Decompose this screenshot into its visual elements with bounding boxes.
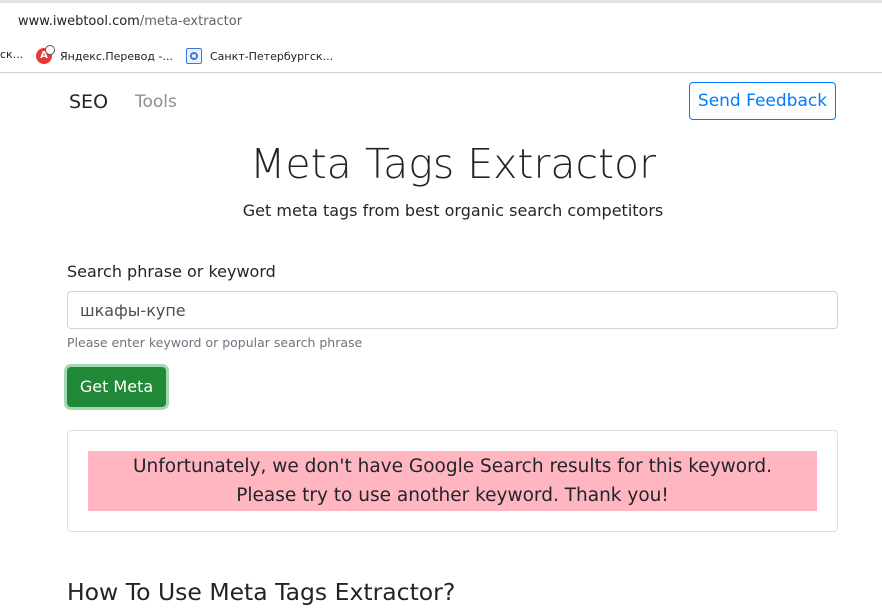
bookmark-label: ск... xyxy=(0,48,24,61)
how-to-heading: How To Use Meta Tags Extractor? xyxy=(67,578,456,606)
url-text[interactable]: www.iwebtool.com/meta-extractor xyxy=(18,14,242,29)
bookmark-label: Яндекс.Перевод -... xyxy=(60,49,173,63)
bookmarks-bar: ск... A Яндекс.Перевод -... Санкт-Петерб… xyxy=(0,41,882,73)
result-card: Unfortunately, we don't have Google Sear… xyxy=(67,430,838,532)
keyword-input[interactable] xyxy=(67,291,838,329)
bookmark-saint-petersburg[interactable]: Санкт-Петербургск... xyxy=(186,48,333,64)
no-results-alert: Unfortunately, we don't have Google Sear… xyxy=(88,451,817,511)
page-title: Meta Tags Extractor xyxy=(250,140,656,188)
address-bar[interactable]: www.iwebtool.com/meta-extractor xyxy=(0,3,882,41)
keyword-field-label: Search phrase or keyword xyxy=(67,262,276,281)
alert-line-1: Unfortunately, we don't have Google Sear… xyxy=(132,456,772,477)
bookmark-item[interactable]: ск... xyxy=(0,48,23,61)
send-feedback-button[interactable]: Send Feedback xyxy=(689,82,836,120)
site-navbar: SEO Tools Send Feedback xyxy=(0,73,882,131)
brand-link[interactable]: SEO xyxy=(69,91,108,113)
bookmark-yandex-translate[interactable]: A Яндекс.Перевод -... xyxy=(36,45,173,64)
alert-line-2: Please try to use another keyword. Thank… xyxy=(236,485,669,506)
nav-tools-link[interactable]: Tools xyxy=(135,92,177,112)
url-path: /meta-extractor xyxy=(139,14,243,29)
globe-map-icon xyxy=(186,48,202,64)
keyword-help-text: Please enter keyword or popular search p… xyxy=(67,335,363,350)
url-host: www.iwebtool.com xyxy=(18,14,140,29)
page-subtitle: Get meta tags from best organic search c… xyxy=(242,201,664,220)
bookmark-label: Санкт-Петербургск... xyxy=(210,49,334,63)
yandex-translate-icon: A xyxy=(36,45,55,64)
get-meta-button[interactable]: Get Meta xyxy=(67,367,166,407)
